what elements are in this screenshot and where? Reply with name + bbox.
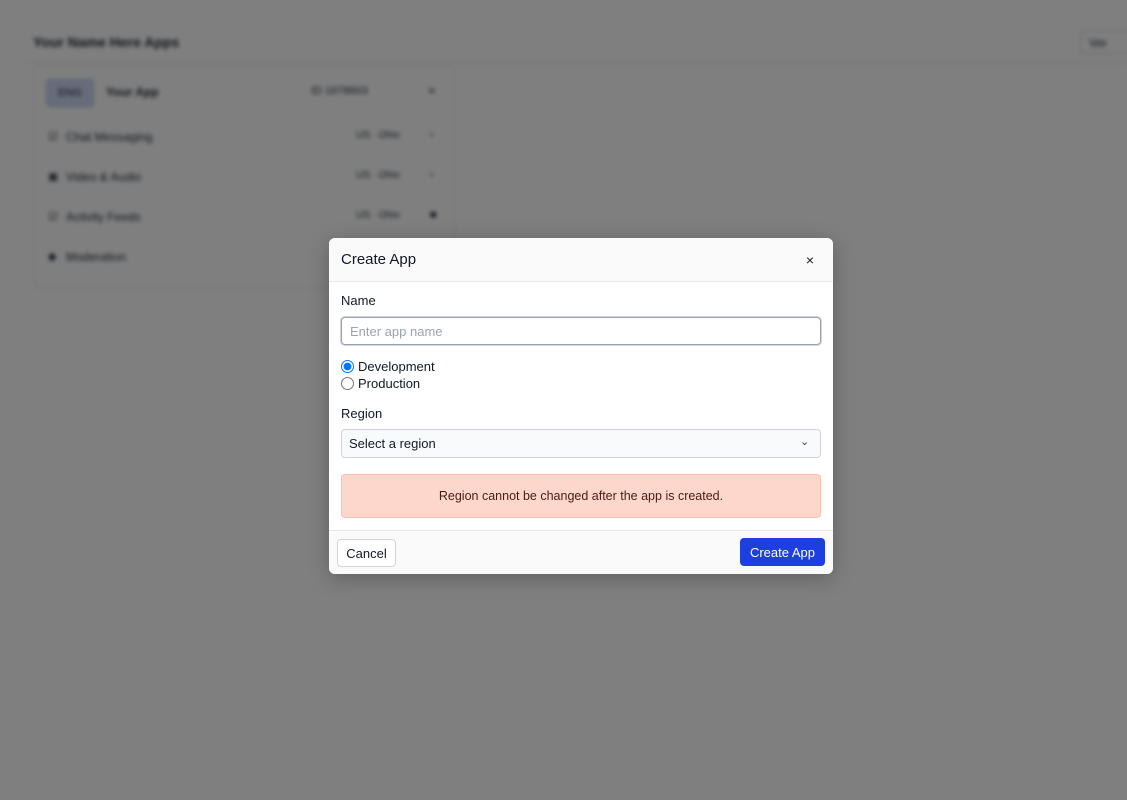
development-label: Development: [358, 359, 435, 374]
region-select[interactable]: Select a region ⌄: [341, 429, 821, 458]
region-warning: Region cannot be changed after the app i…: [341, 474, 821, 518]
create-app-button[interactable]: Create App: [740, 538, 825, 566]
development-radio[interactable]: [341, 360, 354, 373]
chevron-down-icon: ⌄: [800, 436, 810, 448]
region-select-value: Select a region: [349, 436, 436, 451]
create-app-dialog: Create App × Name Development Production…: [329, 238, 833, 574]
dialog-header: Create App ×: [329, 238, 833, 282]
app-name-input[interactable]: [341, 317, 821, 345]
cancel-button[interactable]: Cancel: [337, 539, 396, 567]
dialog-footer: Cancel Create App: [329, 530, 833, 574]
warning-text: Region cannot be changed after the app i…: [438, 489, 724, 503]
name-label: Name: [341, 293, 376, 308]
close-icon[interactable]: ×: [799, 250, 821, 270]
region-label: Region: [341, 406, 383, 421]
dialog-title: Create App: [341, 251, 417, 268]
production-label: Production: [358, 376, 421, 391]
production-radio[interactable]: [341, 377, 354, 390]
